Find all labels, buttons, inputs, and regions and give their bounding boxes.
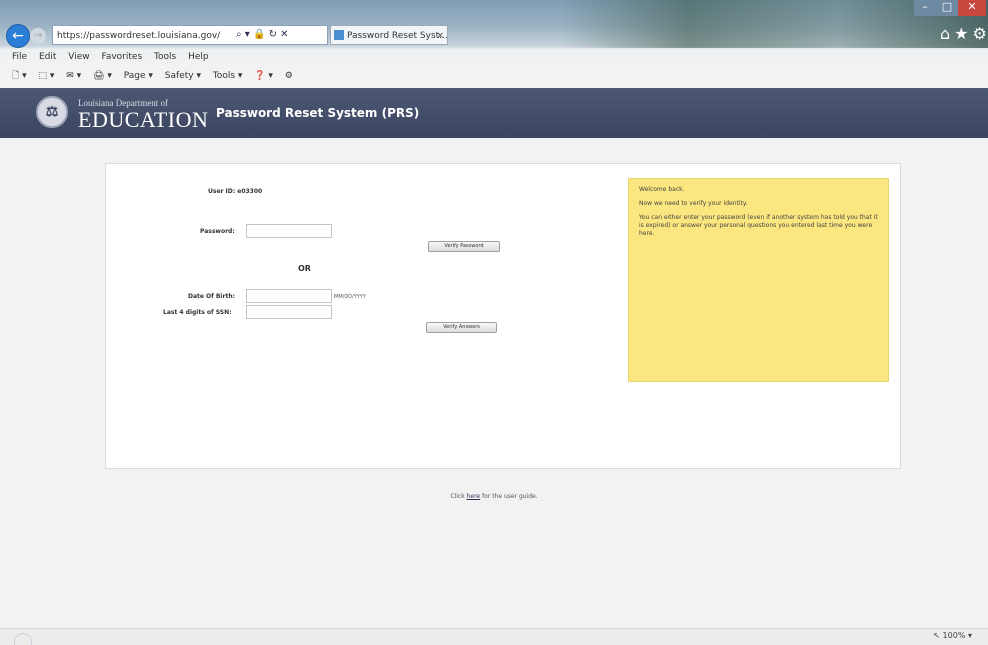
menu-favorites[interactable]: Favorites [101, 52, 142, 62]
verify-identity-text: Now we need to verify your identity. [639, 200, 748, 207]
menu-tools[interactable]: Tools [154, 52, 176, 62]
menu-bar: File Edit View Favorites Tools Help [12, 52, 218, 62]
close-icon[interactable]: ✕ [958, 0, 986, 16]
password-label: Password: [200, 228, 235, 235]
minimize-icon[interactable]: – [914, 0, 936, 16]
welcome-text: Welcome back. [639, 186, 685, 193]
home-favorites-settings-icons[interactable]: ⌂★⚙ [940, 24, 988, 43]
page-title: Password Reset System (PRS) [216, 106, 420, 120]
site-header: ⚖ Louisiana Department of EDUCATION Pass… [0, 88, 988, 138]
verify-answers-button[interactable]: Verify Answers [426, 322, 497, 333]
addon-command-icon[interactable]: ⚙ [285, 71, 293, 81]
print-command-icon[interactable]: 🖨 ▾ [93, 71, 112, 81]
ssn-label: Last 4 digits of SSN: [163, 309, 232, 316]
info-panel: Welcome back. Now we need to verify your… [628, 178, 889, 382]
menu-help[interactable]: Help [188, 52, 209, 62]
instructions-text: You can either enter your password (even… [639, 214, 878, 237]
zoom-level[interactable]: ↖ 100% ▾ [933, 631, 972, 640]
password-input[interactable] [246, 224, 332, 238]
verify-password-button[interactable]: Verify Password [428, 241, 500, 252]
help-command-icon[interactable]: ❓ ▾ [254, 71, 273, 81]
mail-command-icon[interactable]: ✉ ▾ [66, 71, 81, 81]
feeds-command-icon[interactable]: ⬚ ▾ [39, 71, 55, 81]
back-icon[interactable]: ← [6, 24, 30, 48]
date-of-birth-input[interactable] [246, 289, 332, 303]
tools-menu[interactable]: Tools ▾ [213, 71, 243, 81]
ssn-input[interactable] [246, 305, 332, 319]
department-logo-text: EDUCATION [78, 107, 209, 132]
user-guide-suffix: for the user guide. [480, 493, 538, 500]
menu-file[interactable]: File [12, 52, 27, 62]
user-id-label: User ID: e03300 [208, 188, 263, 195]
window-controls: – □ ✕ [914, 0, 988, 20]
user-guide-link[interactable]: here [467, 493, 481, 500]
browser-tab[interactable]: Password Reset Syst... × [330, 25, 448, 45]
menu-edit[interactable]: Edit [39, 52, 56, 62]
home-command-icon[interactable]: 🗋 ▾ [12, 71, 27, 81]
browser-chrome: ← → https://passwordreset.louisiana.gov/… [0, 0, 988, 88]
page-menu[interactable]: Page ▾ [124, 71, 153, 81]
address-bar-icons[interactable]: ⌕ ▾ 🔒 ↻ ✕ [236, 25, 326, 45]
user-guide-prefix: Click [450, 493, 467, 500]
tab-close-icon[interactable]: × [436, 26, 444, 44]
maximize-icon[interactable]: □ [936, 0, 958, 16]
menu-view[interactable]: View [68, 52, 89, 62]
tab-favicon-icon [334, 30, 344, 40]
user-guide-note: Click here for the user guide. [0, 493, 988, 500]
tab-title: Password Reset Syst... [347, 31, 448, 41]
safety-menu[interactable]: Safety ▾ [165, 71, 201, 81]
date-of-birth-label: Date Of Birth: [188, 293, 235, 300]
forward-icon[interactable]: → [30, 28, 46, 44]
or-separator: OR [298, 264, 311, 273]
date-format-hint: MM/DD/YYYY [334, 294, 366, 300]
command-bar: 🗋 ▾ ⬚ ▾ ✉ ▾ 🖨 ▾ Page ▾ Safety ▾ Tools ▾ … [12, 68, 302, 84]
status-bar: ↖ 100% ▾ [0, 628, 988, 645]
browser-logo-icon [14, 633, 32, 645]
state-seal-icon: ⚖ [36, 96, 68, 128]
